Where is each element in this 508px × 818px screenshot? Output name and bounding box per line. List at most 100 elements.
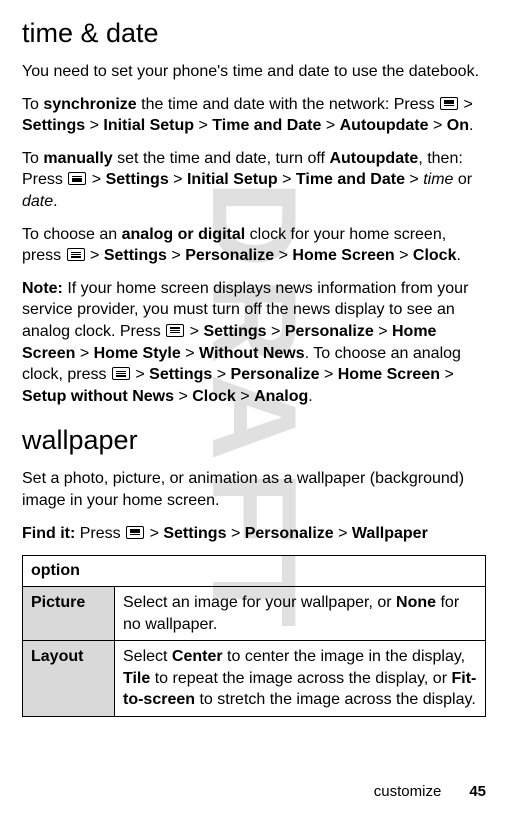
footer-section: customize xyxy=(374,783,442,800)
text: to stretch the image across the display. xyxy=(195,691,476,708)
separator: > xyxy=(90,117,99,134)
menu-path: Autoupdate xyxy=(329,150,418,167)
menu-path: Initial Setup xyxy=(103,117,194,134)
menu-path: Home Screen xyxy=(338,366,440,383)
text: Press xyxy=(75,525,125,542)
menu-value: None xyxy=(396,594,436,611)
table-row: Picture Select an image for your wallpap… xyxy=(23,587,486,641)
separator: > xyxy=(199,117,208,134)
options-table: option Picture Select an image for your … xyxy=(22,555,486,717)
separator: > xyxy=(185,345,194,362)
menu-path: Personalize xyxy=(245,525,334,542)
heading-wallpaper: wallpaper xyxy=(22,425,486,456)
text: to center the image in the display, xyxy=(223,648,466,665)
separator: > xyxy=(338,525,347,542)
menu-path: Personalize xyxy=(185,247,274,264)
menu-path: Time and Date xyxy=(296,171,405,188)
separator: > xyxy=(80,345,89,362)
option-label: Picture xyxy=(23,587,115,641)
paragraph: Set a photo, picture, or animation as a … xyxy=(22,468,486,511)
menu-path: Settings xyxy=(163,525,226,542)
menu-path: Clock xyxy=(192,388,236,405)
menu-path: Personalize xyxy=(285,323,374,340)
menu-path: Settings xyxy=(203,323,266,340)
menu-path: On xyxy=(447,117,469,134)
text: To xyxy=(22,96,43,113)
separator: > xyxy=(173,171,182,188)
menu-path: Settings xyxy=(104,247,167,264)
separator: > xyxy=(279,247,288,264)
menu-key-icon xyxy=(67,248,85,261)
separator: > xyxy=(409,171,418,188)
option-desc: Select an image for your wallpaper, or N… xyxy=(115,587,486,641)
text: the time and date with the network: Pres… xyxy=(137,96,439,113)
menu-path: Clock xyxy=(413,247,457,264)
text-bold: analog or digital xyxy=(122,226,246,243)
menu-path: Setup without News xyxy=(22,388,174,405)
text-italic: time xyxy=(423,171,453,188)
text-bold: manually xyxy=(43,150,112,167)
text: or xyxy=(453,171,472,188)
separator: > xyxy=(135,366,144,383)
note-label: Note: xyxy=(22,280,63,297)
paragraph: You need to set your phone's time and da… xyxy=(22,61,486,83)
menu-path: Analog xyxy=(254,388,308,405)
menu-path: Time and Date xyxy=(212,117,321,134)
paragraph: To choose an analog or digital clock for… xyxy=(22,224,486,267)
separator: > xyxy=(90,247,99,264)
findit-label: Find it: xyxy=(22,525,75,542)
text: Select an image for your wallpaper, or xyxy=(123,594,396,611)
separator: > xyxy=(271,323,280,340)
separator: > xyxy=(282,171,291,188)
text: Select xyxy=(123,648,172,665)
separator: > xyxy=(190,323,199,340)
menu-path: Settings xyxy=(149,366,212,383)
separator: > xyxy=(444,366,453,383)
heading-time-date: time & date xyxy=(22,18,486,49)
menu-path: Personalize xyxy=(231,366,320,383)
separator: > xyxy=(464,96,473,113)
menu-value: Tile xyxy=(123,670,150,687)
menu-key-icon xyxy=(68,172,86,185)
menu-path: Initial Setup xyxy=(187,171,278,188)
menu-path: Autoupdate xyxy=(340,117,429,134)
page-number: 45 xyxy=(469,783,486,800)
table-header-row: option xyxy=(23,556,486,587)
menu-key-icon xyxy=(112,367,130,380)
text: set the time and date, turn off xyxy=(113,150,330,167)
menu-value: Center xyxy=(172,648,223,665)
menu-key-icon xyxy=(166,324,184,337)
table-row: Layout Select Center to center the image… xyxy=(23,641,486,717)
menu-path: Settings xyxy=(106,171,169,188)
separator: > xyxy=(217,366,226,383)
text: to repeat the image across the display, … xyxy=(150,670,451,687)
separator: > xyxy=(171,247,180,264)
menu-path: Without News xyxy=(199,345,305,362)
text: To xyxy=(22,150,43,167)
menu-path: Wallpaper xyxy=(352,525,428,542)
table-header: option xyxy=(23,556,486,587)
separator: > xyxy=(378,323,387,340)
separator: > xyxy=(231,525,240,542)
option-desc: Select Center to center the image in the… xyxy=(115,641,486,717)
paragraph-findit: Find it: Press > Settings > Personalize … xyxy=(22,523,486,545)
paragraph-note: Note: If your home screen displays news … xyxy=(22,278,486,408)
separator: > xyxy=(92,171,101,188)
paragraph: To synchronize the time and date with th… xyxy=(22,94,486,137)
menu-path: Home Screen xyxy=(292,247,394,264)
text-italic: date xyxy=(22,193,53,210)
paragraph: To manually set the time and date, turn … xyxy=(22,148,486,213)
separator: > xyxy=(240,388,249,405)
option-label: Layout xyxy=(23,641,115,717)
menu-path: Settings xyxy=(22,117,85,134)
separator: > xyxy=(433,117,442,134)
menu-key-icon xyxy=(440,97,458,110)
menu-key-icon xyxy=(126,526,144,539)
menu-path: Home Style xyxy=(94,345,181,362)
separator: > xyxy=(324,366,333,383)
separator: > xyxy=(326,117,335,134)
text: To choose an xyxy=(22,226,122,243)
separator: > xyxy=(399,247,408,264)
separator: > xyxy=(178,388,187,405)
page-content: time & date You need to set your phone's… xyxy=(22,18,486,717)
